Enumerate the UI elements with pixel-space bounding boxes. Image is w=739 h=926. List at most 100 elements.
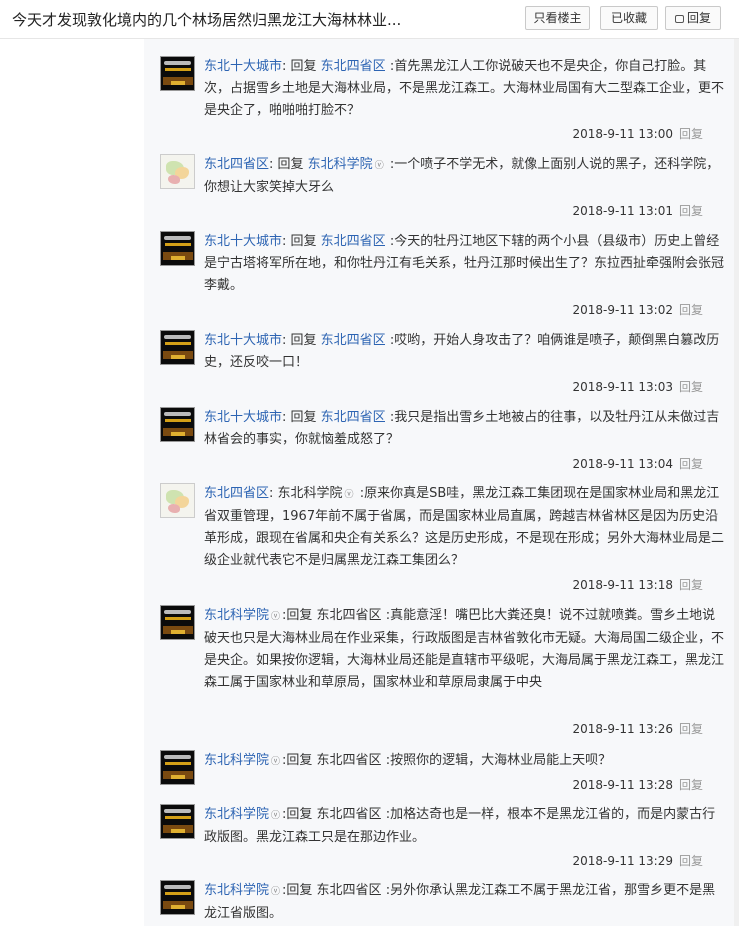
dark-night-avatar-icon[interactable] — [160, 804, 195, 839]
comment-username[interactable]: 东北科学院 — [204, 608, 269, 623]
comment-meta: 2018-9-11 13:18 回复 — [572, 576, 703, 593]
comment-reply-link[interactable]: 回复 — [679, 127, 703, 141]
verified-badge-icon: ⓥ — [271, 887, 281, 897]
comment-reply-link[interactable]: 回复 — [679, 380, 703, 394]
comment-username[interactable]: 东北十大城市 — [204, 410, 282, 425]
reply-target-username[interactable]: 东北科学院 — [278, 486, 343, 501]
comment-reply-link[interactable]: 回复 — [679, 457, 703, 471]
reply-action: :回复 — [282, 753, 317, 768]
comment-text: 东北科学院 ⓥ:回复 东北四省区 :另外你承认黑龙江森工不属于黑龙江省，那雪乡更不… — [204, 880, 726, 925]
comment-reply-link[interactable]: 回复 — [679, 303, 703, 317]
comment-meta: 2018-9-11 13:03 回复 — [572, 378, 703, 395]
verified-badge-icon: ⓥ — [374, 161, 384, 171]
reply-action: :回复 — [282, 807, 317, 822]
verified-badge-icon: ⓥ — [271, 757, 281, 767]
favorited-button[interactable]: 已收藏 — [600, 6, 658, 30]
reply-action: 回复 — [277, 157, 308, 172]
reply-target-username[interactable]: 东北四省区 — [321, 410, 386, 425]
comment-meta: 2018-9-11 13:01 回复 — [572, 202, 703, 219]
scrollbar[interactable] — [734, 39, 739, 926]
reply-target-username[interactable]: 东北四省区 — [317, 753, 382, 768]
comment-username[interactable]: 东北十大城市 — [204, 234, 282, 249]
comment-body: :按照你的逻辑，大海林业局能上天呗？ — [381, 753, 612, 768]
thread-title: 今天才发现敦化境内的几个林场居然归黑龙江大海林林业... — [12, 11, 402, 29]
reply-target-username[interactable]: 东北科学院 — [308, 157, 373, 172]
comment-body: :另外你承认黑龙江森工不属于黑龙江省，那雪乡更不是黑龙江省版图。 — [204, 883, 716, 921]
comment-text: 东北科学院 ⓥ:回复 东北四省区 :加格达奇也是一样，根本不是黑龙江省的，而是内蒙… — [204, 804, 726, 849]
comment-username[interactable]: 东北科学院 — [204, 807, 269, 822]
reply-target-username[interactable]: 东北四省区 — [321, 234, 386, 249]
comment-time: 2018-9-11 13:03 — [572, 380, 673, 394]
comment-time: 2018-9-11 13:26 — [572, 722, 673, 736]
dark-night-avatar-icon[interactable] — [160, 231, 195, 266]
only-owner-button[interactable]: 只看楼主 — [525, 6, 590, 30]
reply-target-username[interactable]: 东北四省区 — [317, 883, 382, 898]
reply-target-username[interactable]: 东北四省区 — [321, 59, 386, 74]
comment-username[interactable]: 东北十大城市 — [204, 333, 282, 348]
comment-time: 2018-9-11 13:04 — [572, 457, 673, 471]
dark-night-avatar-icon[interactable] — [160, 407, 195, 442]
reply-button-label: 回复 — [686, 11, 711, 25]
comment-reply-link[interactable]: 回复 — [679, 578, 703, 592]
post-author-column — [0, 39, 123, 926]
comment-username[interactable]: 东北四省区 — [204, 486, 269, 501]
separator: : — [282, 59, 291, 74]
reply-action: 回复 — [290, 410, 321, 425]
comment-meta: 2018-9-11 13:28 回复 — [572, 776, 703, 793]
comment-text: 东北十大城市: 回复 东北四省区 :哎哟，开始人身攻击了？咱俩谁是喷子，颠倒黑白… — [204, 330, 726, 374]
comment-username[interactable]: 东北十大城市 — [204, 59, 282, 74]
dark-night-avatar-icon[interactable] — [160, 750, 195, 785]
comment-text: 东北十大城市: 回复 东北四省区 :今天的牡丹江地区下辖的两个小县（县级市）历史… — [204, 231, 726, 297]
comment-username[interactable]: 东北四省区 — [204, 157, 269, 172]
comment-meta: 2018-9-11 13:04 回复 — [572, 455, 703, 472]
reply-target-username[interactable]: 东北四省区 — [317, 807, 382, 822]
comment-text: 东北四省区: 回复 东北科学院 ⓥ :一个喷子不学无术，就像上面别人说的黑子，还科… — [204, 154, 726, 199]
comment-time: 2018-9-11 13:18 — [572, 578, 673, 592]
comment-reply-link[interactable]: 回复 — [679, 204, 703, 218]
comment-icon — [674, 15, 684, 23]
comment-username[interactable]: 东北科学院 — [204, 753, 269, 768]
comment-time: 2018-9-11 13:29 — [572, 854, 673, 868]
dark-night-avatar-icon[interactable] — [160, 605, 195, 640]
comment-text: 东北四省区: 东北科学院 ⓥ :原来你真是SB哇，黑龙江森工集团现在是国家林业局和… — [204, 483, 726, 572]
comment-body: :加格达奇也是一样，根本不是黑龙江省的，而是内蒙古行政版图。黑龙江森工只是在那边… — [204, 807, 716, 845]
reply-action: 回复 — [290, 333, 321, 348]
reply-action: :回复 — [282, 608, 317, 623]
comment-text: 东北十大城市: 回复 东北四省区 :我只是指出雪乡土地被占的往事，以及牡丹江从未… — [204, 407, 726, 451]
dark-night-avatar-icon[interactable] — [160, 880, 195, 915]
separator: : — [282, 234, 291, 249]
reply-target-username[interactable]: 东北四省区 — [321, 333, 386, 348]
comment-meta: 2018-9-11 13:02 回复 — [572, 301, 703, 318]
comment-time: 2018-9-11 13:01 — [572, 204, 673, 218]
comment-username[interactable]: 东北科学院 — [204, 883, 269, 898]
map-avatar-icon[interactable] — [160, 483, 195, 518]
comment-meta: 2018-9-11 13:26 回复 — [572, 720, 703, 737]
map-avatar-icon[interactable] — [160, 154, 195, 189]
comment-reply-link[interactable]: 回复 — [679, 854, 703, 868]
comment-text: 东北十大城市: 回复 东北四省区 :首先黑龙江人工你说破天也不是央企，你自己打脸… — [204, 56, 726, 122]
verified-badge-icon: ⓥ — [344, 490, 354, 500]
verified-badge-icon: ⓥ — [271, 811, 281, 821]
comment-text: 东北科学院 ⓥ:回复 东北四省区 :按照你的逻辑，大海林业局能上天呗？ — [204, 750, 726, 773]
comment-time: 2018-9-11 13:02 — [572, 303, 673, 317]
comment-reply-link[interactable]: 回复 — [679, 778, 703, 792]
comment-meta: 2018-9-11 13:00 回复 — [572, 125, 703, 142]
comment-meta: 2018-9-11 13:29 回复 — [572, 852, 703, 869]
reply-action: 回复 — [290, 234, 321, 249]
top-bar: 今天才发现敦化境内的几个林场居然归黑龙江大海林林业... 只看楼主 已收藏 回复 — [0, 0, 739, 39]
verified-badge-icon: ⓥ — [271, 612, 281, 622]
comment-time: 2018-9-11 13:00 — [572, 127, 673, 141]
separator: : — [269, 157, 278, 172]
separator: : — [282, 410, 291, 425]
reply-action: :回复 — [282, 883, 317, 898]
separator: : — [269, 486, 278, 501]
reply-target-username[interactable]: 东北四省区 — [317, 608, 382, 623]
dark-night-avatar-icon[interactable] — [160, 56, 195, 91]
comment-reply-link[interactable]: 回复 — [679, 722, 703, 736]
dark-night-avatar-icon[interactable] — [160, 330, 195, 365]
reply-action: 回复 — [290, 59, 321, 74]
separator: : — [282, 333, 291, 348]
comment-time: 2018-9-11 13:28 — [572, 778, 673, 792]
reply-button[interactable]: 回复 — [665, 6, 721, 30]
comment-text: 东北科学院 ⓥ:回复 东北四省区 :真能意淫！嘴巴比大粪还臭！说不过就喷粪。雪乡土… — [204, 605, 726, 694]
